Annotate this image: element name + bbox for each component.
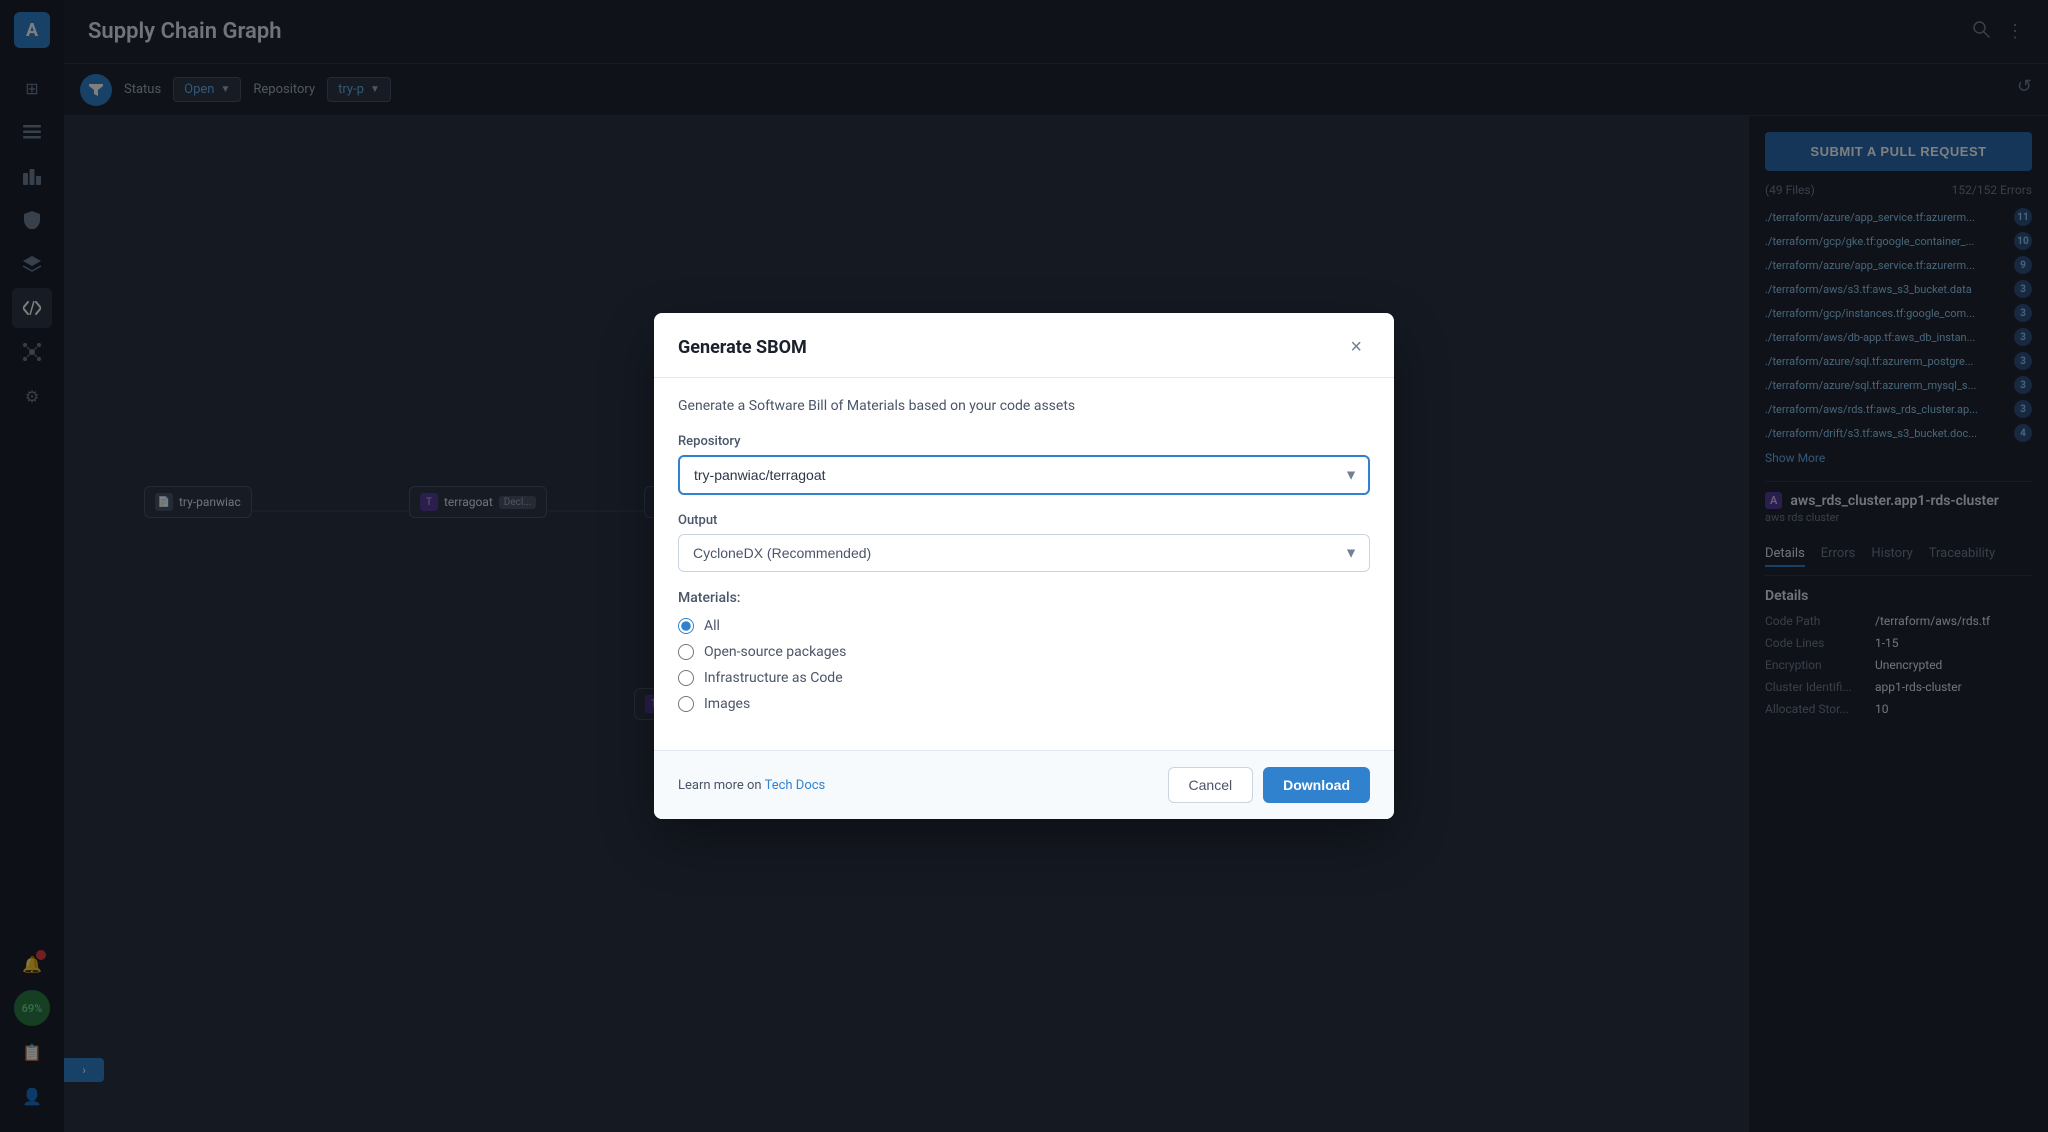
radio-item-opensource[interactable]: Open-source packages: [678, 644, 1370, 660]
radio-item-images[interactable]: Images: [678, 696, 1370, 712]
tech-docs-link[interactable]: Tech Docs: [765, 778, 826, 793]
repository-field: Repository try-panwiac/terragoat ▼: [678, 434, 1370, 495]
radio-all-label: All: [704, 618, 720, 634]
output-select[interactable]: CycloneDX (Recommended): [678, 534, 1370, 572]
modal-header: Generate SBOM ×: [654, 313, 1394, 378]
radio-opensource[interactable]: [678, 644, 694, 660]
radio-iac-label: Infrastructure as Code: [704, 670, 843, 686]
download-button[interactable]: Download: [1263, 767, 1370, 803]
radio-images-label: Images: [704, 696, 750, 712]
modal-close-button[interactable]: ×: [1342, 333, 1370, 361]
cancel-button[interactable]: Cancel: [1168, 767, 1254, 803]
output-field: Output CycloneDX (Recommended) ▼: [678, 513, 1370, 572]
modal-footer: Learn more on Tech Docs Cancel Download: [654, 750, 1394, 819]
modal-overlay[interactable]: Generate SBOM × Generate a Software Bill…: [0, 0, 2048, 1132]
repository-select-wrapper: try-panwiac/terragoat ▼: [678, 455, 1370, 495]
radio-opensource-label: Open-source packages: [704, 644, 846, 660]
output-select-wrapper: CycloneDX (Recommended) ▼: [678, 534, 1370, 572]
radio-item-all[interactable]: All: [678, 618, 1370, 634]
radio-images[interactable]: [678, 696, 694, 712]
modal-body: Generate a Software Bill of Materials ba…: [654, 378, 1394, 750]
generate-sbom-modal: Generate SBOM × Generate a Software Bill…: [654, 313, 1394, 819]
footer-learn: Learn more on Tech Docs: [678, 778, 825, 793]
radio-all[interactable]: [678, 618, 694, 634]
repository-select[interactable]: try-panwiac/terragoat: [678, 455, 1370, 495]
materials-field: Materials: All Open-source packages Infr…: [678, 590, 1370, 712]
materials-radio-group: All Open-source packages Infrastructure …: [678, 618, 1370, 712]
modal-description: Generate a Software Bill of Materials ba…: [678, 398, 1370, 414]
radio-iac[interactable]: [678, 670, 694, 686]
materials-label: Materials:: [678, 590, 1370, 606]
footer-actions: Cancel Download: [1168, 767, 1370, 803]
modal-title: Generate SBOM: [678, 337, 807, 358]
output-label: Output: [678, 513, 1370, 528]
radio-item-iac[interactable]: Infrastructure as Code: [678, 670, 1370, 686]
repository-label: Repository: [678, 434, 1370, 449]
